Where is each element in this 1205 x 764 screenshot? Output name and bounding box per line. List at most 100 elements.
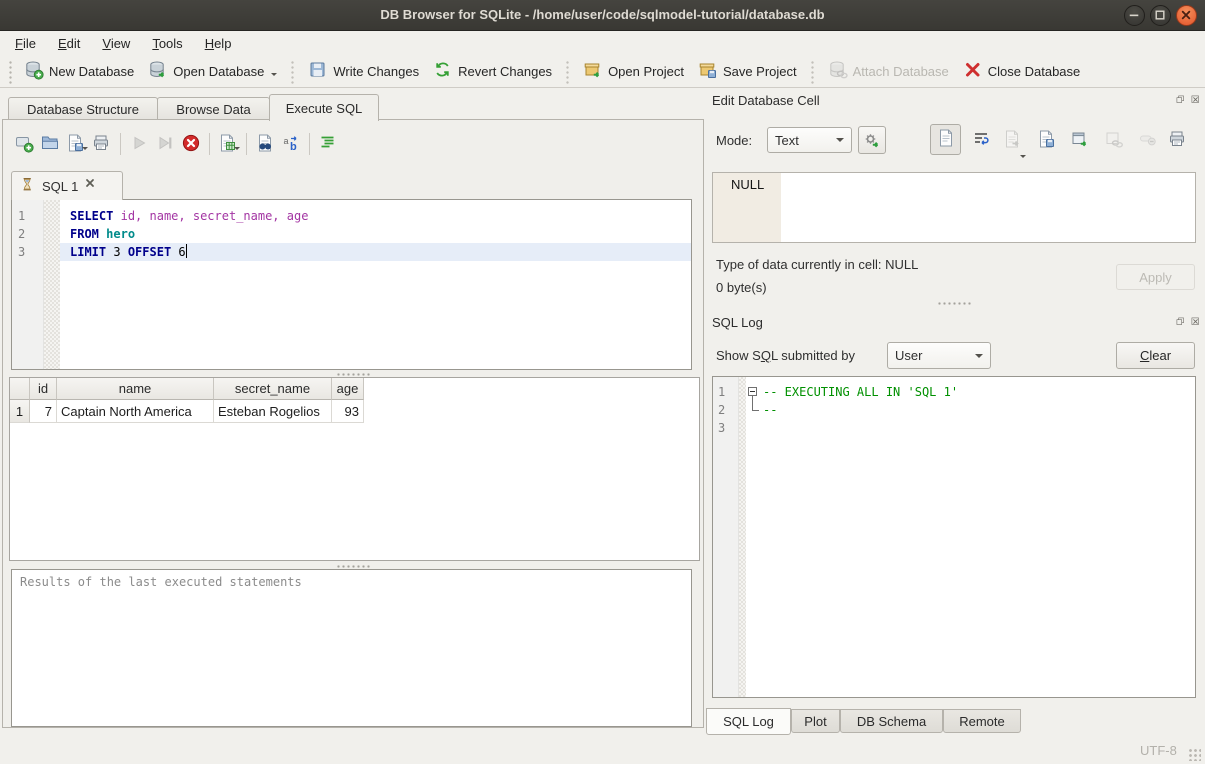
column-header-id[interactable]: id <box>30 378 57 400</box>
fold-marker[interactable] <box>739 383 763 401</box>
table-cell[interactable]: Captain North America <box>57 400 214 423</box>
print-data-icon <box>1168 137 1188 152</box>
word-wrap-button[interactable] <box>972 129 992 152</box>
results-message-area[interactable]: Results of the last executed statements <box>11 569 692 727</box>
column-header-age[interactable]: age <box>332 378 364 400</box>
text-cursor <box>186 244 187 258</box>
close-tab-icon[interactable] <box>84 177 99 195</box>
dock-float-icon[interactable] <box>1176 317 1188 329</box>
export-data-button[interactable] <box>1036 129 1056 152</box>
revert-changes-button[interactable]: Revert Changes <box>426 57 559 86</box>
hourglass-icon <box>20 177 36 196</box>
open-database-button[interactable]: Open Database <box>141 57 284 86</box>
apply-button-label: Apply <box>1139 270 1172 285</box>
menu-help[interactable]: Help <box>196 33 241 54</box>
tab-browse-data[interactable]: Browse Data <box>157 97 270 120</box>
sql-editor[interactable]: 1SELECT id, name, secret_name, age2FROM … <box>11 199 692 370</box>
new-sql-tab-button[interactable] <box>11 131 37 157</box>
link-data-button <box>1104 129 1124 152</box>
results-table-body[interactable]: 17Captain North AmericaEsteban Rogelios9… <box>10 400 699 423</box>
log-line: 1-- EXECUTING ALL IN 'SQL 1' <box>713 383 1195 401</box>
sql-log-view[interactable]: 1-- EXECUTING ALL IN 'SQL 1'2--3 <box>712 376 1196 698</box>
log-line-text <box>763 419 1195 437</box>
dock-tab-remote[interactable]: Remote <box>943 709 1021 733</box>
auto-switch-mode-button[interactable] <box>858 126 886 154</box>
close-button[interactable] <box>1176 5 1197 26</box>
open-external-button[interactable] <box>1070 129 1090 152</box>
toolbar-button-label: New Database <box>49 64 134 79</box>
dock-tab-plot[interactable]: Plot <box>791 709 840 733</box>
tab-database-structure[interactable]: Database Structure <box>8 97 158 120</box>
fold-marker[interactable] <box>739 401 763 419</box>
menu-tools[interactable]: Tools <box>143 33 191 54</box>
line-number: 2 <box>713 401 739 419</box>
save-project-button[interactable]: Save Project <box>691 57 804 86</box>
open-project-button[interactable]: Open Project <box>576 57 691 86</box>
dock-close-icon[interactable] <box>1191 95 1203 107</box>
title-bar: DB Browser for SQLite - /home/user/code/… <box>0 0 1205 31</box>
print-sql-icon <box>92 133 112 156</box>
save-results-button[interactable] <box>215 131 241 157</box>
print-data-button[interactable] <box>1168 129 1188 152</box>
cell-size-info: 0 byte(s) <box>716 280 767 295</box>
editor-line: 3LIMIT 3 OFFSET 6 <box>12 243 691 261</box>
table-cell[interactable]: 93 <box>332 400 364 423</box>
tab-execute-sql[interactable]: Execute SQL <box>269 94 379 121</box>
table-cell[interactable]: Esteban Rogelios <box>214 400 332 423</box>
toolbar-drag-handle[interactable] <box>8 60 13 84</box>
row-header[interactable]: 1 <box>10 400 30 423</box>
new-database-button[interactable]: New Database <box>17 57 141 86</box>
table-row: 17Captain North AmericaEsteban Rogelios9… <box>10 400 699 423</box>
execute-sql-pane: ab SQL 1 1SELECT id, name, secret_name, … <box>2 119 704 728</box>
table-cell[interactable]: 7 <box>30 400 57 423</box>
dropdown-caret-icon <box>82 147 88 153</box>
dock-close-icon[interactable] <box>1191 317 1203 329</box>
format-sql-button[interactable] <box>315 131 341 157</box>
dock-float-icon[interactable] <box>1176 95 1188 107</box>
line-number: 3 <box>713 419 739 437</box>
sql-log-dock-title: SQL Log <box>712 315 763 330</box>
log-filter-select[interactable]: User <box>887 342 991 369</box>
import-data-button <box>1002 129 1022 152</box>
toolbar-separator <box>565 60 570 84</box>
apply-button[interactable]: Apply <box>1116 264 1195 290</box>
execute-current-button <box>152 131 178 157</box>
editor-line-text: SELECT id, name, secret_name, age <box>60 207 691 225</box>
mode-select[interactable]: Text <box>767 127 852 153</box>
menu-edit[interactable]: Edit <box>49 33 89 54</box>
link-data-icon <box>1104 137 1124 152</box>
table-corner-header[interactable] <box>10 378 30 400</box>
svg-text:a: a <box>284 136 289 146</box>
minimize-button[interactable] <box>1124 5 1145 26</box>
column-header-name[interactable]: name <box>57 378 214 400</box>
stop-execution-button[interactable] <box>178 131 204 157</box>
toolbar-button-label: Open Project <box>608 64 684 79</box>
find-in-sql-button[interactable] <box>252 131 278 157</box>
dock-tab-sql-log[interactable]: SQL Log <box>706 708 791 735</box>
dropdown-caret-icon <box>234 147 240 153</box>
print-sql-button[interactable] <box>89 131 115 157</box>
resize-grip[interactable] <box>1188 748 1201 761</box>
results-table-header[interactable]: idnamesecret_nameage <box>10 378 699 400</box>
close-database-button[interactable]: Close Database <box>956 57 1088 86</box>
open-sql-file-button[interactable] <box>37 131 63 157</box>
clear-log-button[interactable]: Clear <box>1116 342 1195 369</box>
splitter-handle[interactable] <box>712 299 1196 308</box>
sql-editor-tab[interactable]: SQL 1 <box>11 171 123 200</box>
autocomplete-button[interactable]: ab <box>278 131 304 157</box>
close-database-icon <box>963 60 983 83</box>
cell-type-info: Type of data currently in cell: NULL <box>716 257 918 272</box>
column-header-secret-name[interactable]: secret_name <box>214 378 332 400</box>
maximize-button[interactable] <box>1150 5 1171 26</box>
editor-line-text: LIMIT 3 OFFSET 6 <box>60 243 691 261</box>
toolbar-button-label: Open Database <box>173 64 264 79</box>
text-mode-button[interactable] <box>930 124 961 155</box>
cell-value-editor[interactable]: NULL <box>712 172 1196 243</box>
menu-file[interactable]: File <box>6 33 45 54</box>
menu-view[interactable]: View <box>93 33 139 54</box>
write-changes-button[interactable]: Write Changes <box>301 57 426 86</box>
results-table[interactable]: idnamesecret_nameage 17Captain North Ame… <box>9 377 700 561</box>
export-data-icon <box>1036 137 1056 152</box>
dock-tab-db-schema[interactable]: DB Schema <box>840 709 943 733</box>
save-sql-file-button[interactable] <box>63 131 89 157</box>
